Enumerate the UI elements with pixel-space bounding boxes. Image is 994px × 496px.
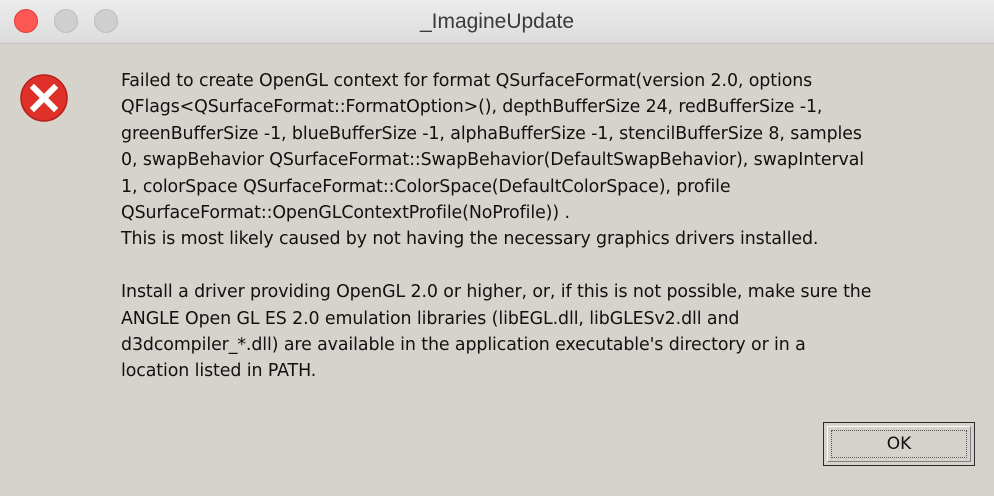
ok-button[interactable]: OK	[823, 422, 975, 466]
message-line: This is most likely caused by not having…	[121, 229, 819, 250]
message-line: 1, colorSpace QSurfaceFormat::ColorSpace…	[121, 176, 731, 197]
message-line: 0, swapBehavior QSurfaceFormat::SwapBeha…	[121, 150, 864, 171]
message-line: Install a driver providing OpenGL 2.0 or…	[121, 282, 872, 303]
message-line: Failed to create OpenGL context for form…	[121, 71, 813, 91]
dialog-window: _ImagineUpdate Failed to create OpenGL c…	[0, 0, 994, 496]
message-line: greenBufferSize -1, blueBufferSize -1, a…	[121, 123, 862, 144]
window-title: _ImagineUpdate	[419, 10, 575, 33]
error-icon	[20, 74, 68, 122]
message-line: d3dcompiler_*.dll) are available in the …	[121, 335, 806, 356]
message-line: ANGLE Open GL ES 2.0 emulation libraries…	[121, 308, 740, 329]
message-line: QFlags<QSurfaceFormat::FormatOption>(), …	[121, 97, 823, 118]
title-bar[interactable]: _ImagineUpdate	[0, 0, 994, 44]
message-line: location listed in PATH.	[121, 361, 317, 382]
error-message: Failed to create OpenGL context for form…	[121, 68, 971, 385]
message-line: QSurfaceFormat::OpenGLContextProfile(NoP…	[121, 203, 570, 224]
ok-button-label: OK	[827, 426, 971, 462]
